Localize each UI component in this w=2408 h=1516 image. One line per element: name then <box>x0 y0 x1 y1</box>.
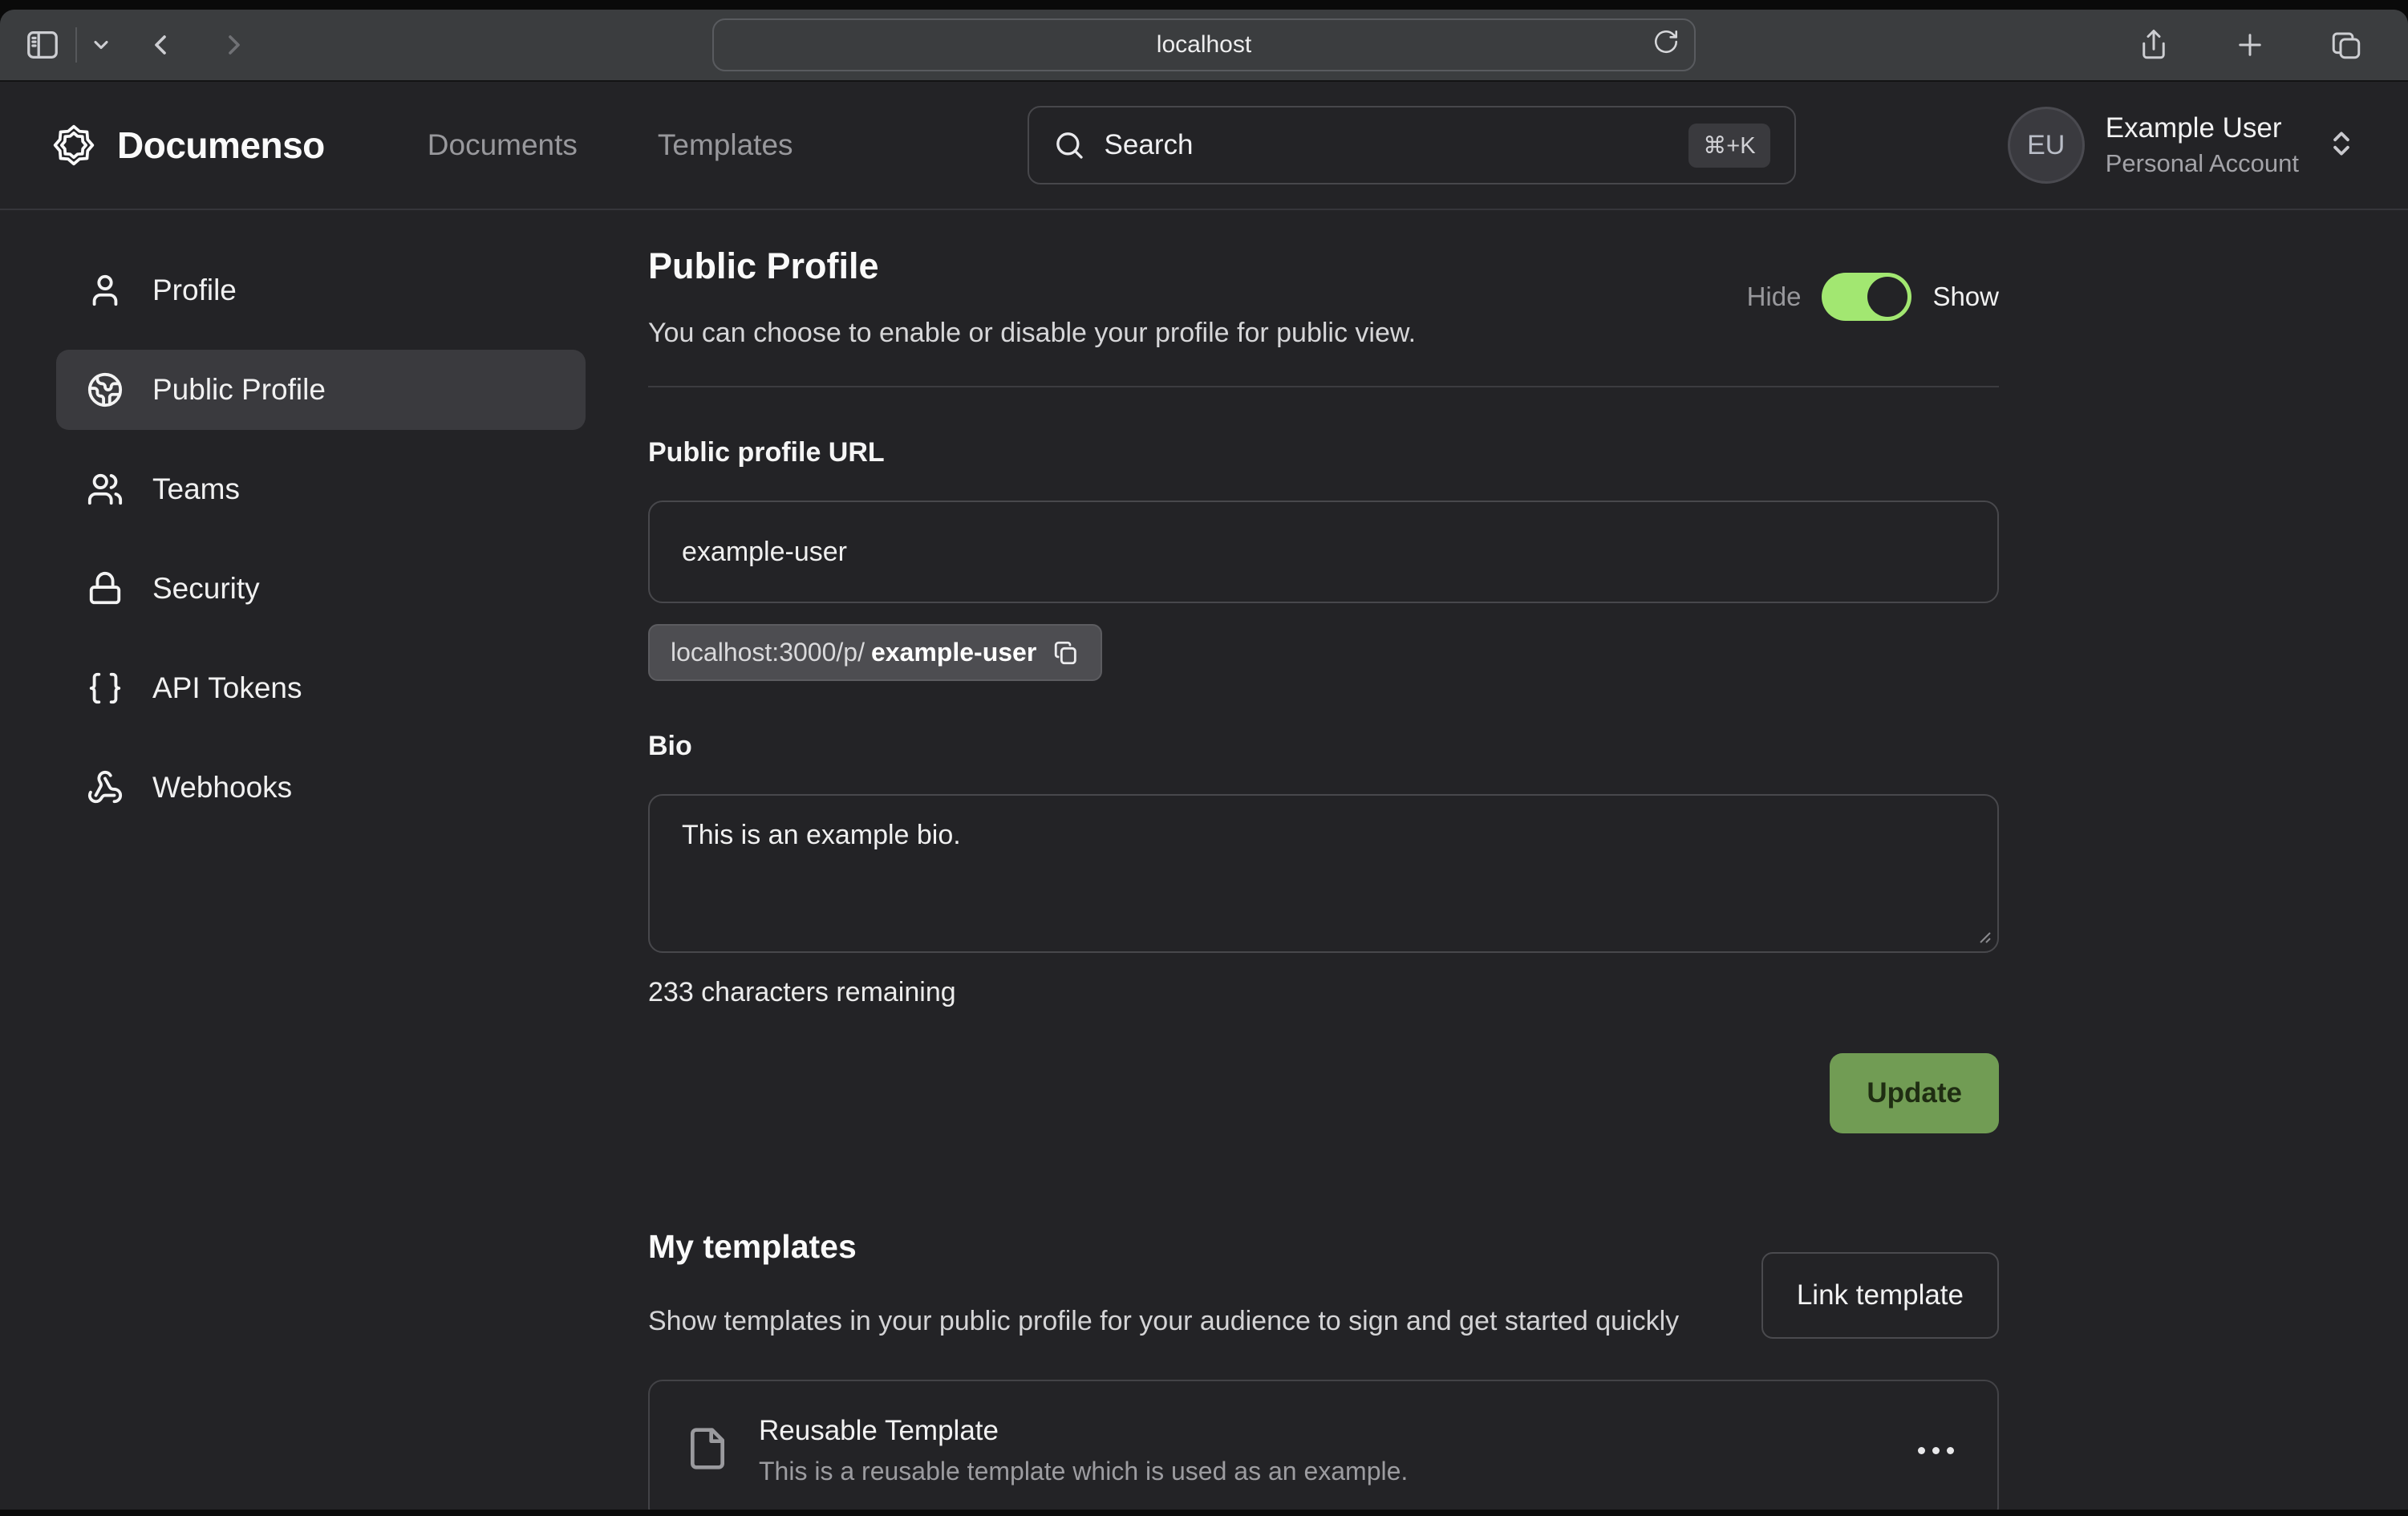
new-tab-icon[interactable] <box>2233 28 2267 62</box>
user-menu[interactable]: EU Example User Personal Account <box>2008 107 2357 184</box>
user-account-type: Personal Account <box>2106 149 2299 178</box>
characters-remaining: 233 characters remaining <box>648 977 1999 1008</box>
toggle-show-label: Show <box>1932 282 1999 312</box>
template-row[interactable]: Reusable Template This is a reusable tem… <box>648 1380 1999 1510</box>
templates-description: Show templates in your public profile fo… <box>648 1299 1679 1343</box>
page-description: You can choose to enable or disable your… <box>648 318 1416 349</box>
share-icon[interactable] <box>2137 28 2171 62</box>
chevrons-up-down-icon <box>2326 128 2357 163</box>
search-icon <box>1053 129 1085 161</box>
nav-templates[interactable]: Templates <box>658 128 793 162</box>
copy-icon[interactable] <box>1052 639 1080 667</box>
template-actions-menu-icon[interactable] <box>1910 1439 1962 1462</box>
profile-url-slug: example-user <box>871 638 1036 667</box>
brand[interactable]: Documenso <box>51 123 325 168</box>
profile-visibility-toggle[interactable] <box>1822 273 1911 321</box>
braces-icon <box>87 670 124 707</box>
sidebar-item-public-profile[interactable]: Public Profile <box>56 350 586 430</box>
search-shortcut-badge: ⌘+K <box>1688 124 1770 168</box>
app-header: Documenso Documents Templates Search ⌘+K… <box>0 82 2408 210</box>
link-template-button[interactable]: Link template <box>1761 1252 1999 1339</box>
browser-toolbar: localhost <box>0 10 2408 82</box>
url-field-label: Public profile URL <box>648 437 1999 468</box>
update-button[interactable]: Update <box>1830 1053 1999 1133</box>
sidebar-panel-icon[interactable] <box>24 26 61 63</box>
lock-icon <box>87 570 124 607</box>
bio-textarea[interactable] <box>648 794 1999 953</box>
my-templates-section: My templates Show templates in your publ… <box>648 1228 1999 1510</box>
resize-handle[interactable] <box>1973 926 1992 945</box>
address-bar[interactable]: localhost <box>712 18 1696 71</box>
public-profile-settings: Public Profile You can choose to enable … <box>648 245 1999 1510</box>
browser-window: localhost Documenso Doc <box>0 10 2408 1510</box>
public-profile-url-input[interactable] <box>648 501 1999 603</box>
address-bar-url: localhost <box>1157 31 1251 59</box>
template-title: Reusable Template <box>759 1415 1408 1447</box>
profile-url-prefix: localhost:3000/p/ <box>671 638 865 667</box>
sidebar-item-webhooks[interactable]: Webhooks <box>56 748 586 828</box>
settings-sidebar: Profile Public Profile Teams Security AP… <box>56 245 586 1510</box>
forward-icon[interactable] <box>218 29 250 61</box>
documenso-logo-icon <box>51 123 96 168</box>
avatar: EU <box>2008 107 2085 184</box>
sidebar-item-security[interactable]: Security <box>56 549 586 629</box>
nav-documents[interactable]: Documents <box>428 128 578 162</box>
templates-title: My templates <box>648 1228 1679 1266</box>
search-input[interactable]: Search ⌘+K <box>1028 106 1796 184</box>
chevron-down-icon[interactable] <box>90 34 112 56</box>
toggle-hide-label: Hide <box>1747 282 1802 312</box>
profile-url-copy-chip[interactable]: localhost:3000/p/ example-user <box>648 624 1102 681</box>
user-icon <box>87 272 124 309</box>
user-name: Example User <box>2106 112 2299 144</box>
sidebar-item-profile[interactable]: Profile <box>56 250 586 330</box>
reload-icon[interactable] <box>1652 28 1680 62</box>
webhook-icon <box>87 769 124 806</box>
template-description: This is a reusable template which is use… <box>759 1457 1408 1486</box>
bio-field-label: Bio <box>648 731 1999 762</box>
brand-name: Documenso <box>117 124 325 167</box>
sidebar-item-teams[interactable]: Teams <box>56 449 586 529</box>
back-icon[interactable] <box>144 29 176 61</box>
top-nav: Documents Templates <box>428 128 793 162</box>
search-placeholder: Search <box>1105 129 1194 161</box>
globe-icon <box>87 371 124 408</box>
toggle-knob <box>1867 277 1907 317</box>
file-icon <box>685 1426 730 1475</box>
sidebar-item-api-tokens[interactable]: API Tokens <box>56 648 586 728</box>
tab-overview-icon[interactable] <box>2329 28 2363 62</box>
page-title: Public Profile <box>648 245 1416 287</box>
toolbar-divider <box>75 27 77 63</box>
users-icon <box>87 471 124 508</box>
section-divider <box>648 386 1999 387</box>
